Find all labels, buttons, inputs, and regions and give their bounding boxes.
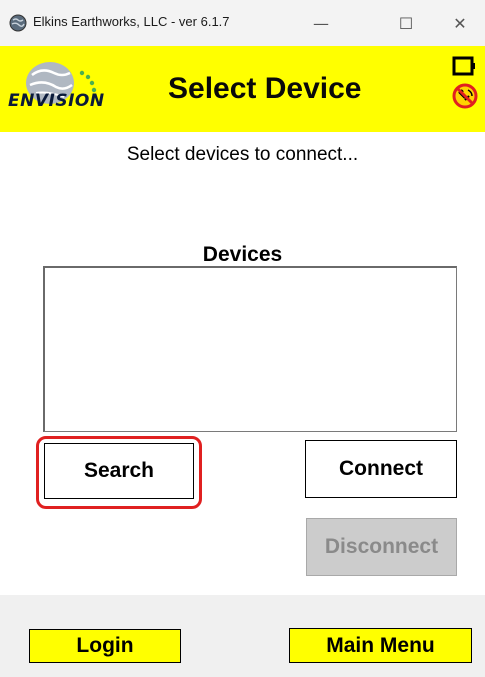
logo-text: ENVISION (8, 91, 105, 111)
close-icon: ✕ (453, 13, 467, 33)
window-title: Elkins Earthworks, LLC - ver 6.1.7 (33, 14, 230, 29)
minimize-icon: — (313, 13, 329, 33)
disconnect-button: Disconnect (306, 518, 457, 576)
instruction-text: Select devices to connect... (126, 144, 359, 165)
gps-disconnected-icon (452, 83, 478, 109)
maximize-icon: ☐ (398, 13, 414, 33)
main-menu-button-label: Main Menu (326, 633, 435, 657)
envision-logo: ENVISION (6, 57, 158, 123)
devices-label: Devices (202, 243, 283, 266)
app-globe-icon (9, 14, 27, 32)
title-bar: Elkins Earthworks, LLC - ver 6.1.7 — ☐ ✕ (0, 0, 485, 46)
login-button-label: Login (76, 634, 134, 657)
devices-listbox[interactable] (43, 266, 457, 432)
battery-icon (452, 56, 475, 76)
page-title: Select Device (168, 72, 362, 105)
search-button-label: Search (83, 459, 155, 482)
maximize-button[interactable]: ☐ (383, 0, 429, 46)
connect-button[interactable]: Connect (305, 440, 457, 498)
disconnect-button-label: Disconnect (324, 535, 439, 558)
app-window: Elkins Earthworks, LLC - ver 6.1.7 — ☐ ✕… (0, 0, 485, 677)
search-button[interactable]: Search (44, 443, 194, 499)
main-menu-button[interactable]: Main Menu (289, 628, 472, 663)
minimize-button[interactable]: — (298, 0, 344, 46)
logo-globe-icon (26, 62, 97, 104)
page-header: ENVISION Select Device (0, 46, 485, 132)
close-button[interactable]: ✕ (437, 0, 483, 46)
login-button[interactable]: Login (29, 629, 181, 663)
connect-button-label: Connect (339, 457, 423, 480)
